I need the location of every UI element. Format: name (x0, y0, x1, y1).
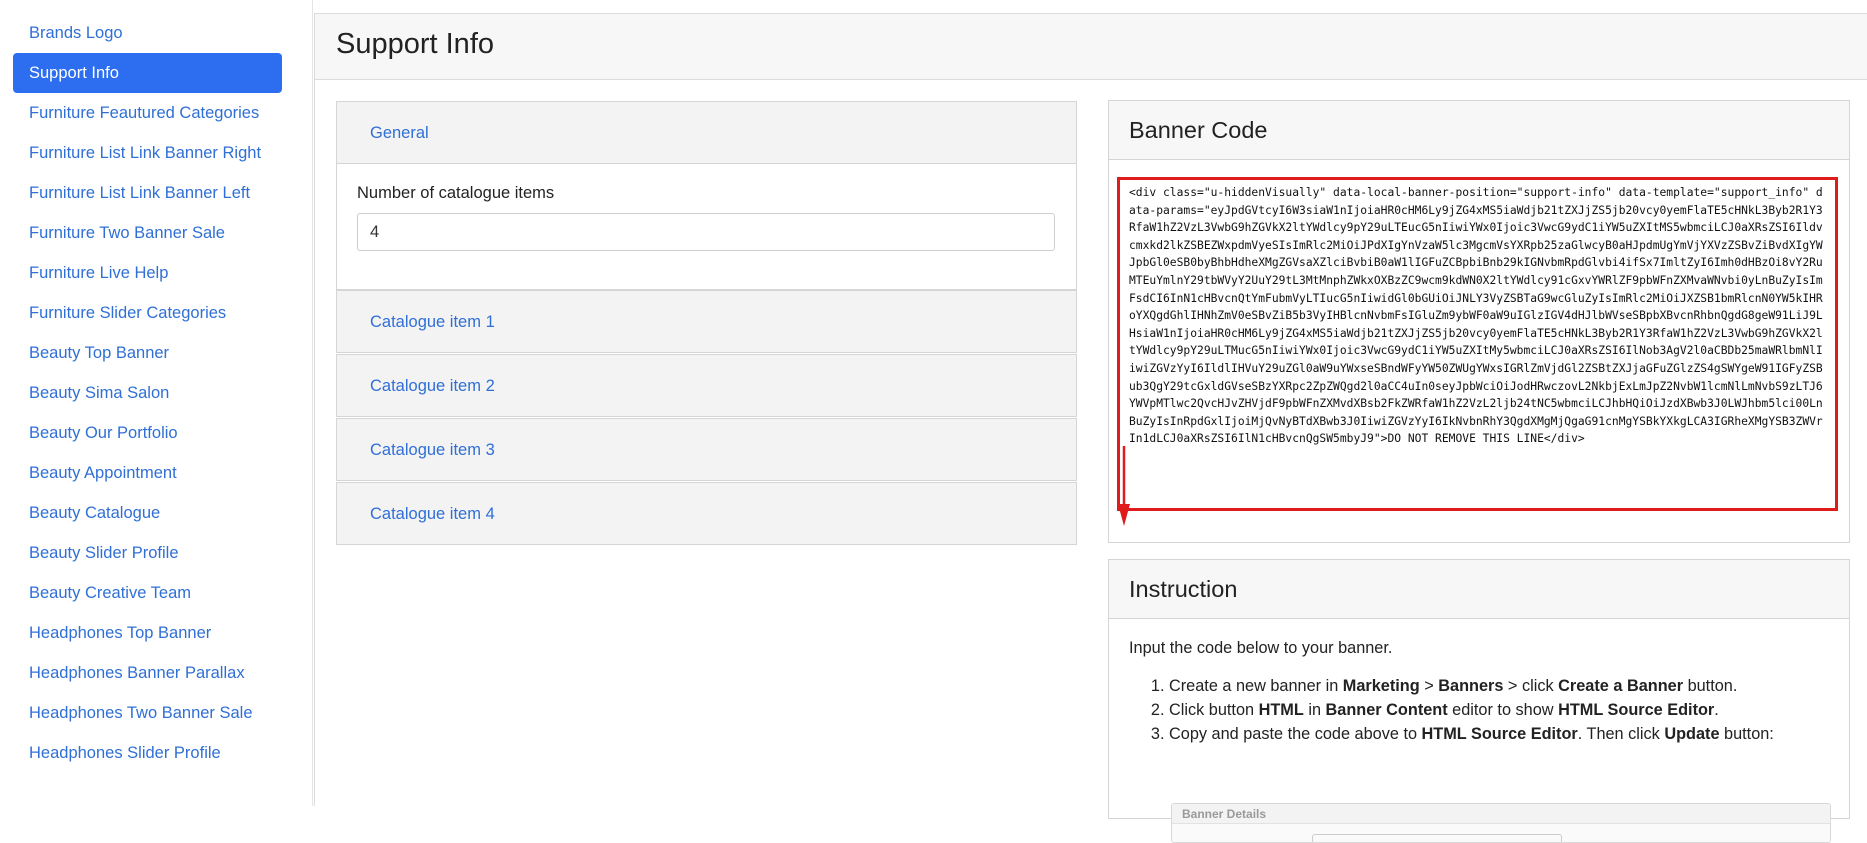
down-arrow-icon (1118, 446, 1130, 526)
banner-details-field (1312, 834, 1562, 842)
banner-details-title: Banner Details (1172, 804, 1830, 824)
instruction-step-1: Create a new banner in Marketing > Banne… (1169, 674, 1829, 698)
accordion-body-general: Number of catalogue items (336, 164, 1077, 290)
instruction-header: Instruction (1109, 560, 1849, 619)
sidebar-item-brands-logo[interactable]: Brands Logo (13, 13, 282, 53)
accordion-title-catalogue-4[interactable]: Catalogue item 4 (337, 483, 1076, 545)
accordion-title-catalogue-1[interactable]: Catalogue item 1 (337, 291, 1076, 353)
catalogue-count-input[interactable] (357, 213, 1055, 251)
content-area: General Number of catalogue items Catalo… (314, 80, 1867, 843)
page-header: Support Info (314, 13, 1867, 80)
sidebar-item-beauty-catalogue[interactable]: Beauty Catalogue (13, 493, 282, 533)
accordion-item-catalogue-3[interactable]: Catalogue item 3 (336, 418, 1077, 481)
instruction-title: Instruction (1129, 576, 1238, 602)
sidebar-item-headphones-slider-profile[interactable]: Headphones Slider Profile (13, 733, 282, 773)
main-content: Support Info General Number of catalogue… (313, 0, 1867, 843)
banner-details-screenshot: Banner Details (1171, 803, 1831, 843)
instruction-card: Instruction Input the code below to your… (1108, 559, 1850, 843)
sidebar-item-headphones-top-banner[interactable]: Headphones Top Banner (13, 613, 282, 653)
banner-code-title: Banner Code (1129, 117, 1268, 143)
sidebar-item-beauty-creative-team[interactable]: Beauty Creative Team (13, 573, 282, 613)
settings-accordion: General Number of catalogue items Catalo… (336, 101, 1077, 545)
sidebar-item-furniture-live-help[interactable]: Furniture Live Help (13, 253, 282, 293)
instruction-intro: Input the code below to your banner. (1129, 639, 1393, 657)
sidebar-item-beauty-top-banner[interactable]: Beauty Top Banner (13, 333, 282, 373)
sidebar-item-furniture-two-banner-sale[interactable]: Furniture Two Banner Sale (13, 213, 282, 253)
accordion-title-catalogue-2[interactable]: Catalogue item 2 (337, 355, 1076, 417)
accordion-item-catalogue-1[interactable]: Catalogue item 1 (336, 290, 1077, 353)
accordion-item-general[interactable]: General (336, 101, 1077, 164)
instruction-step-2: Click button HTML in Banner Content edit… (1169, 698, 1829, 722)
banner-code-text[interactable]: <div class="u-hiddenVisually" data-local… (1129, 184, 1827, 448)
page-title: Support Info (336, 28, 494, 60)
accordion-title-catalogue-3[interactable]: Catalogue item 3 (337, 419, 1076, 481)
sidebar-item-headphones-two-banner-sale[interactable]: Headphones Two Banner Sale (13, 693, 282, 733)
sidebar-item-furniture-list-link-banner-left[interactable]: Furniture List Link Banner Left (13, 173, 282, 213)
instruction-steps: Create a new banner in Marketing > Banne… (1129, 674, 1829, 746)
banner-code-box[interactable]: <div class="u-hiddenVisually" data-local… (1117, 177, 1838, 511)
sidebar-item-furniture-list-link-banner-right[interactable]: Furniture List Link Banner Right (13, 133, 282, 173)
sidebar-item-furniture-slider-categories[interactable]: Furniture Slider Categories (13, 293, 282, 333)
accordion-item-catalogue-4[interactable]: Catalogue item 4 (336, 482, 1077, 545)
sidebar-item-beauty-our-portfolio[interactable]: Beauty Our Portfolio (13, 413, 282, 453)
instruction-step-3: Copy and paste the code above to HTML So… (1169, 722, 1829, 746)
banner-code-card: Banner Code <div class="u-hiddenVisually… (1108, 100, 1850, 543)
accordion-title-general[interactable]: General (337, 102, 1076, 164)
sidebar-item-beauty-slider-profile[interactable]: Beauty Slider Profile (13, 533, 282, 573)
instruction-body: Input the code below to your banner. Cre… (1109, 619, 1849, 746)
catalogue-count-label: Number of catalogue items (357, 184, 555, 202)
sidebar-item-headphones-banner-parallax[interactable]: Headphones Banner Parallax (13, 653, 282, 693)
sidebar: Brands Logo Support Info Furniture Feaut… (0, 0, 313, 806)
sidebar-item-support-info[interactable]: Support Info (13, 53, 282, 93)
accordion-item-catalogue-2[interactable]: Catalogue item 2 (336, 354, 1077, 417)
banner-code-header: Banner Code (1109, 101, 1849, 160)
sidebar-item-furniture-featured-categories[interactable]: Furniture Feautured Categories (13, 93, 282, 133)
sidebar-item-beauty-appointment[interactable]: Beauty Appointment (13, 453, 282, 493)
sidebar-item-beauty-sima-salon[interactable]: Beauty Sima Salon (13, 373, 282, 413)
